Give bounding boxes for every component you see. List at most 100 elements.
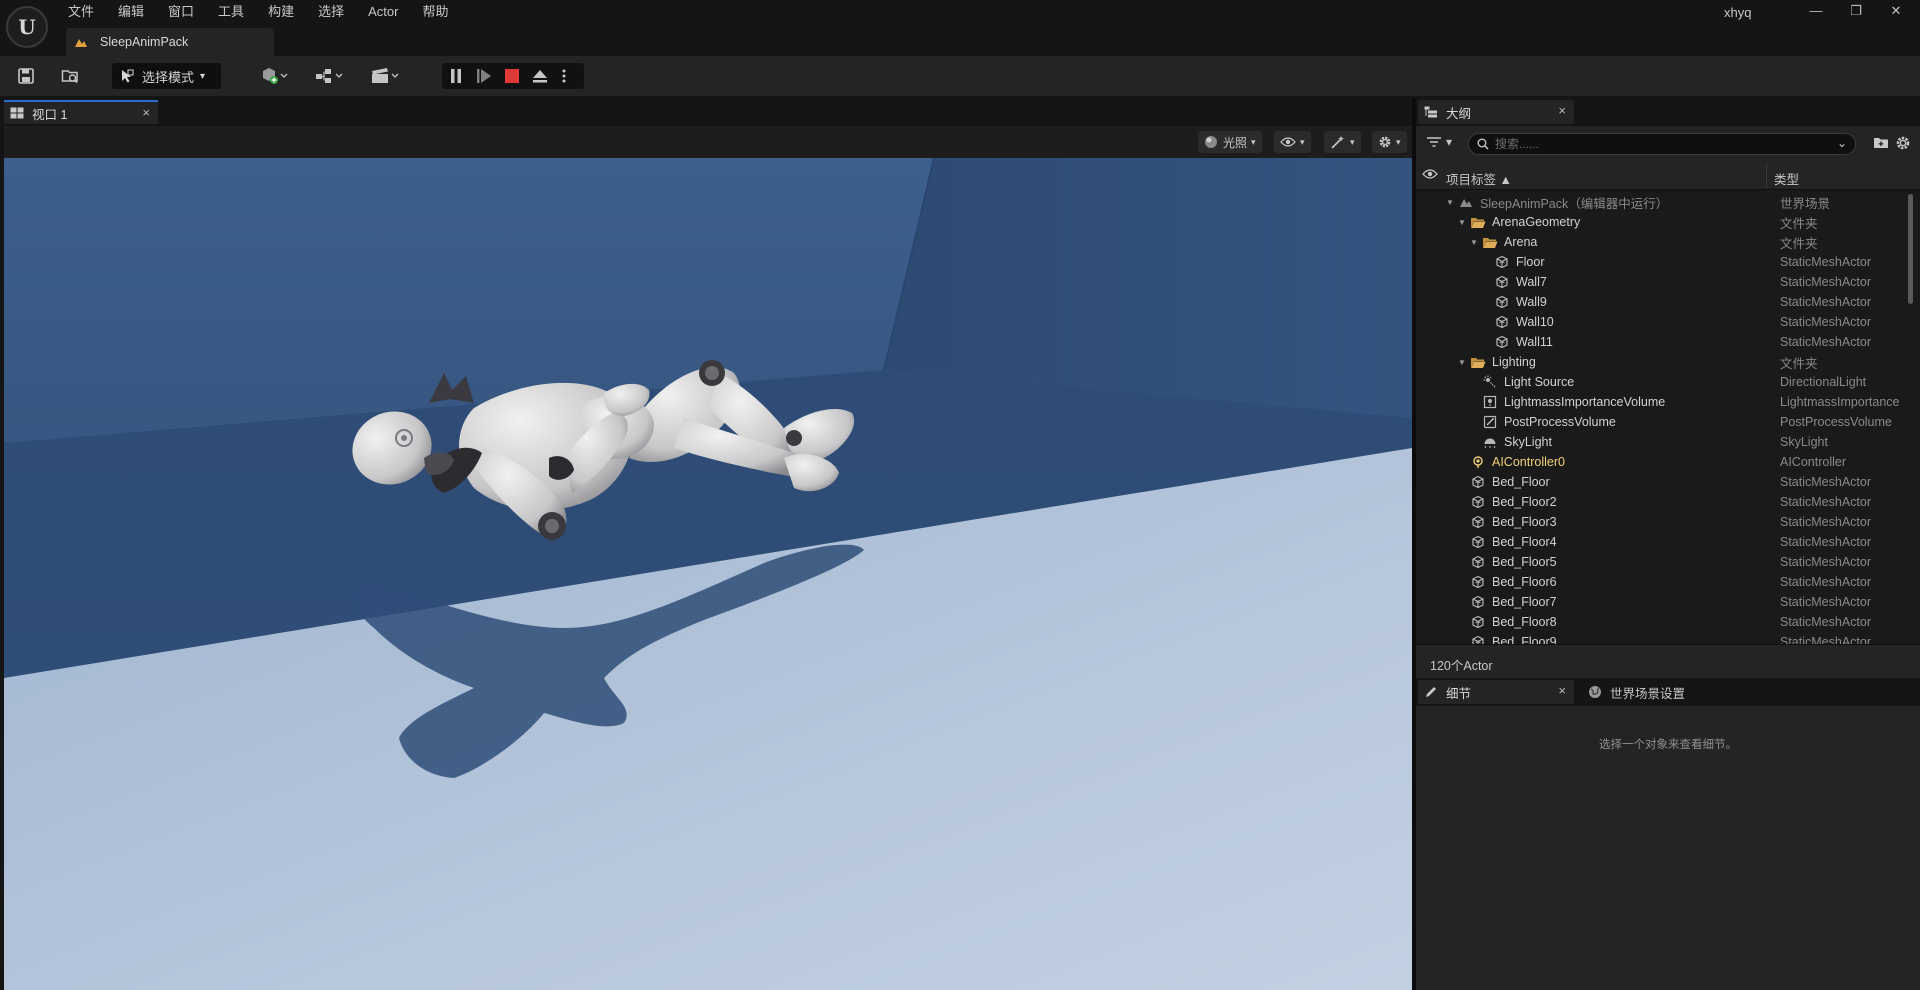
- outliner-row[interactable]: Wall11 StaticMeshActor: [1416, 332, 1906, 352]
- tab-outliner[interactable]: 大纲 ×: [1418, 100, 1574, 124]
- mode-selector[interactable]: 选择模式 ▾: [112, 63, 221, 89]
- static-mesh-icon: [1470, 574, 1486, 590]
- outliner-row[interactable]: Wall10 StaticMeshActor: [1416, 312, 1906, 332]
- menu-item-6[interactable]: Actor: [356, 2, 410, 22]
- close-window-button[interactable]: ✕: [1876, 0, 1916, 22]
- menu-item-1[interactable]: 编辑: [106, 2, 156, 22]
- outliner-row[interactable]: Light Source DirectionalLight: [1416, 372, 1906, 392]
- outliner-row[interactable]: Bed_Floor6 StaticMeshActor: [1416, 572, 1906, 592]
- static-mesh-icon: [1494, 334, 1510, 350]
- expand-arrow-icon[interactable]: ▼: [1446, 198, 1456, 207]
- close-details-tab-button[interactable]: ×: [1558, 683, 1566, 698]
- outliner-row[interactable]: Bed_Floor4 StaticMeshActor: [1416, 532, 1906, 552]
- viewport-scene[interactable]: [4, 158, 1412, 990]
- expand-arrow-icon[interactable]: ▼: [1470, 238, 1480, 247]
- chevron-down-icon: ▾: [1251, 136, 1256, 147]
- restore-button[interactable]: ❐: [1836, 0, 1876, 22]
- mode-label: 选择模式: [142, 69, 195, 85]
- outliner-row[interactable]: Bed_Floor9 StaticMeshActor: [1416, 632, 1906, 644]
- title-bar: U 文件 编辑 窗口 工具 构建 选择 Actor 帮助 SleepAnimPack xhyq…: [0, 0, 1920, 56]
- outliner-row[interactable]: Floor StaticMeshActor: [1416, 252, 1906, 272]
- blueprint-button[interactable]: [310, 63, 350, 89]
- new-folder-icon: [1874, 138, 1888, 148]
- expand-arrow-icon[interactable]: ▼: [1458, 358, 1468, 367]
- outliner-row[interactable]: Bed_Floor2 StaticMeshActor: [1416, 492, 1906, 512]
- level-icon: [74, 36, 88, 48]
- viewport-settings-button[interactable]: ▾: [1372, 131, 1407, 153]
- scrollbar-thumb[interactable]: [1908, 194, 1913, 304]
- add-folder-button[interactable]: [1872, 135, 1890, 153]
- eject-button[interactable]: [526, 63, 554, 89]
- visibility-eye-icon[interactable]: [1422, 168, 1438, 180]
- column-type[interactable]: 类型: [1774, 169, 1799, 188]
- column-divider[interactable]: [1766, 164, 1767, 188]
- outliner-search-input[interactable]: [1495, 137, 1825, 151]
- outliner-row[interactable]: ▼ Arena 文件夹: [1416, 232, 1906, 252]
- chevron-down-icon: ▾: [1396, 136, 1401, 147]
- eye-icon: [1280, 137, 1296, 147]
- outliner-row[interactable]: AIController0 AIController: [1416, 452, 1906, 472]
- outliner-row[interactable]: Bed_Floor8 StaticMeshActor: [1416, 612, 1906, 632]
- realtime-effects-button[interactable]: ▾: [1324, 131, 1361, 153]
- outliner-row[interactable]: ▼ Lighting 文件夹: [1416, 352, 1906, 372]
- unreal-logo[interactable]: U: [6, 6, 48, 48]
- outliner-scrollbar[interactable]: [1906, 190, 1914, 644]
- outliner-row-type: StaticMeshActor: [1780, 335, 1872, 349]
- outliner-search-box[interactable]: ⌄: [1468, 133, 1856, 155]
- static-mesh-icon: [1494, 314, 1510, 330]
- document-tab[interactable]: SleepAnimPack: [66, 28, 274, 56]
- controller-icon: [1470, 454, 1486, 470]
- cinematics-button[interactable]: [366, 63, 406, 89]
- menu-item-5[interactable]: 选择: [306, 2, 356, 22]
- outliner-row[interactable]: Wall7 StaticMeshActor: [1416, 272, 1906, 292]
- add-actor-button[interactable]: [254, 63, 294, 89]
- resume-button[interactable]: [470, 63, 498, 89]
- outliner-row[interactable]: Bed_Floor5 StaticMeshActor: [1416, 552, 1906, 572]
- gear-icon: [1379, 136, 1391, 148]
- tab-details[interactable]: 细节 ×: [1418, 680, 1574, 704]
- skylight-icon: [1482, 434, 1498, 450]
- chevron-down-icon[interactable]: ⌄: [1837, 136, 1847, 150]
- outliner-row-label: Floor: [1516, 255, 1545, 269]
- expand-arrow-icon[interactable]: ▼: [1458, 218, 1468, 227]
- cursor-icon: [122, 69, 134, 83]
- user-name[interactable]: xhyq: [1724, 5, 1751, 20]
- lighting-mode-button[interactable]: 光照 ▾: [1198, 131, 1262, 153]
- outliner-row-label: Bed_Floor6: [1492, 575, 1557, 589]
- outliner-row-type: SkyLight: [1780, 435, 1828, 449]
- close-outliner-tab-button[interactable]: ×: [1558, 103, 1566, 118]
- play-options-button[interactable]: [554, 63, 574, 89]
- static-mesh-icon: [1470, 514, 1486, 530]
- menu-item-0[interactable]: 文件: [64, 2, 106, 22]
- outliner-row[interactable]: ▼ SleepAnimPack（编辑器中运行） 世界场景: [1416, 192, 1906, 212]
- outliner-row[interactable]: Bed_Floor7 StaticMeshActor: [1416, 592, 1906, 612]
- outliner-row-label: Wall7: [1516, 275, 1547, 289]
- stop-button[interactable]: [498, 63, 526, 89]
- save-button[interactable]: [14, 63, 38, 89]
- show-flags-button[interactable]: ▾: [1274, 131, 1311, 153]
- outliner-footer: 120个Actor: [1416, 644, 1920, 678]
- outliner-row[interactable]: Bed_Floor StaticMeshActor: [1416, 472, 1906, 492]
- level-viewport[interactable]: [4, 158, 1412, 990]
- menu-item-7[interactable]: 帮助: [410, 2, 460, 22]
- menu-item-4[interactable]: 构建: [256, 2, 306, 22]
- tab-viewport-1[interactable]: 视口 1 ×: [4, 100, 158, 124]
- outliner-row[interactable]: ▼ ArenaGeometry 文件夹: [1416, 212, 1906, 232]
- outliner-row[interactable]: SkyLight SkyLight: [1416, 432, 1906, 452]
- outliner-row[interactable]: LightmassImportanceVolume LightmassImport…: [1416, 392, 1906, 412]
- close-viewport-tab-button[interactable]: ×: [142, 105, 150, 120]
- filter-button[interactable]: ▾: [1426, 135, 1452, 149]
- minimize-button[interactable]: —: [1796, 0, 1836, 22]
- pause-button[interactable]: [442, 63, 470, 89]
- static-mesh-icon: [1470, 474, 1486, 490]
- static-mesh-icon: [1470, 494, 1486, 510]
- outliner-settings-button[interactable]: [1894, 135, 1912, 153]
- menu-item-3[interactable]: 工具: [206, 2, 256, 22]
- tab-world-settings[interactable]: 世界场景设置: [1582, 680, 1732, 704]
- outliner-row[interactable]: Wall9 StaticMeshActor: [1416, 292, 1906, 312]
- column-item-label[interactable]: 项目标签 ▲: [1446, 169, 1512, 188]
- menu-item-2[interactable]: 窗口: [156, 2, 206, 22]
- browse-content-button[interactable]: [58, 63, 82, 89]
- outliner-row[interactable]: PostProcessVolume PostProcessVolume: [1416, 412, 1906, 432]
- outliner-row[interactable]: Bed_Floor3 StaticMeshActor: [1416, 512, 1906, 532]
